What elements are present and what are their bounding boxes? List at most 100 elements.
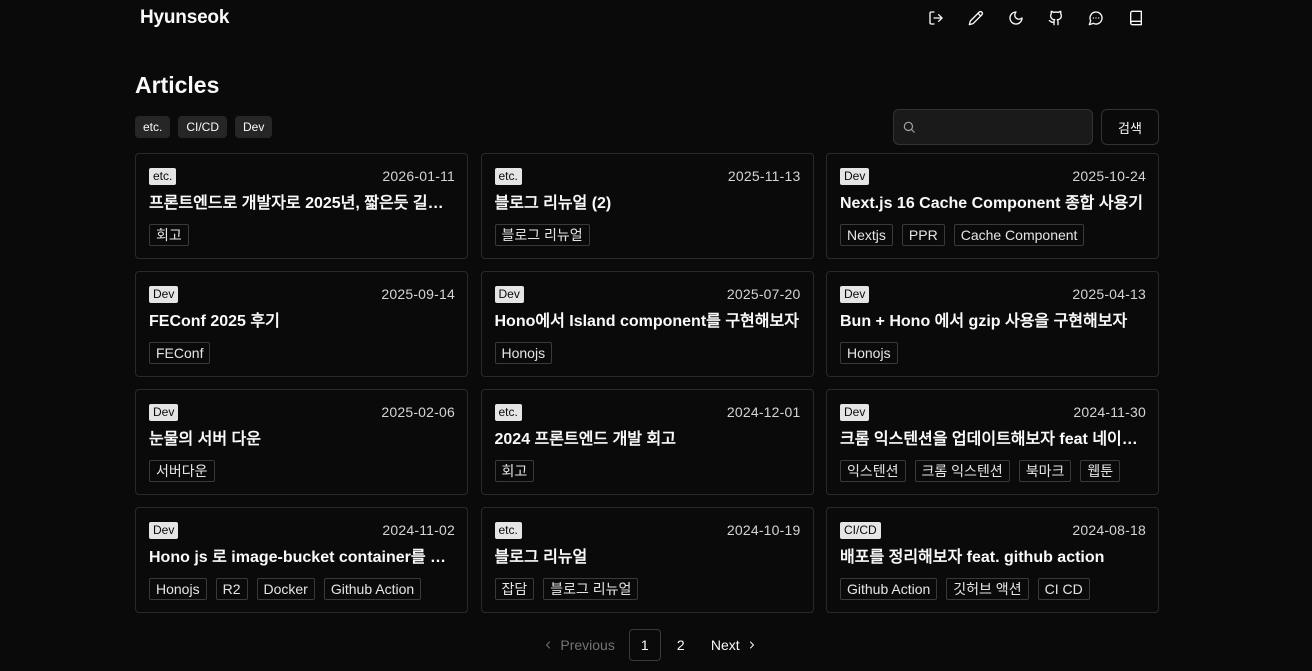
article-card[interactable]: CI/CD 2024-08-18 배포를 정리해보자 feat. github ac…	[826, 507, 1159, 613]
header-nav	[924, 6, 1148, 30]
article-title: 블로그 리뉴얼 (2)	[494, 195, 612, 212]
article-category-badge: etc.	[149, 167, 177, 185]
site-brand[interactable]: Hyunseok	[140, 7, 229, 29]
site-header: Hyunseok	[135, 0, 1159, 36]
article-card[interactable]: Dev 2025-07-20 Hono에서 Island component를 구현…	[480, 271, 814, 377]
search-field	[893, 109, 1093, 145]
article-date: 2025-04-13	[1072, 286, 1146, 302]
article-category-badge: etc.	[494, 521, 522, 539]
article-card[interactable]: Dev 2024-11-30 크롬 익스텐션을 업데이트해보자 feat 네이버 웹…	[826, 389, 1159, 495]
article-tags: 회고	[494, 460, 801, 482]
article-tags: Honojs	[494, 342, 801, 364]
article-tag: 회고	[149, 224, 189, 246]
article-card[interactable]: Dev 2024-11-02 Hono js 로 image-bucket cont…	[135, 507, 468, 613]
write-button[interactable]	[964, 6, 988, 30]
article-card-header: etc. 2024-12-01	[494, 402, 801, 422]
category-chip[interactable]: CI/CD	[178, 116, 228, 138]
article-tag: Nextjs	[840, 224, 893, 246]
message-circle-icon	[1088, 11, 1103, 26]
article-category-badge: Dev	[840, 403, 870, 421]
article-card[interactable]: etc. 2024-10-19 블로그 리뉴얼 잡담 블로그 리뉴얼	[480, 507, 814, 613]
article-tag: PPR	[901, 224, 945, 246]
article-title: Hono js 로 image-bucket container를 만들어보자	[149, 549, 455, 566]
github-icon	[1048, 10, 1063, 26]
article-card[interactable]: Dev 2025-09-14 FEConf 2025 후기 FEConf	[135, 271, 468, 377]
article-category-badge: Dev	[149, 403, 179, 421]
article-tag: 서버다운	[149, 460, 215, 482]
page-number-current[interactable]: 1	[628, 629, 661, 661]
article-tag: 잡담	[494, 578, 535, 600]
guestbook-button[interactable]	[1084, 6, 1108, 30]
next-label: Next	[710, 637, 740, 653]
article-date: 2024-10-19	[726, 522, 801, 538]
article-card-header: Dev 2025-10-24	[840, 166, 1146, 186]
page-title: Articles	[135, 72, 220, 98]
article-tags: Nextjs PPR Cache Component	[840, 224, 1146, 246]
article-title: 크롬 익스텐션을 업데이트해보자 feat 네이버 웹툰	[840, 431, 1146, 448]
search-icon	[903, 121, 915, 133]
article-tags: 익스텐션 크롬 익스텐션 북마크 웹툰	[840, 460, 1146, 482]
article-title: 2024 프론트엔드 개발 회고	[494, 431, 676, 448]
article-date: 2025-09-14	[381, 286, 455, 302]
article-category-badge: etc.	[494, 403, 522, 421]
article-tag: Github Action	[840, 578, 938, 600]
article-tags: Honojs	[840, 342, 1146, 364]
article-tags: Honojs R2 Docker Github Action	[149, 578, 455, 600]
article-card-header: Dev 2024-11-02	[149, 520, 455, 540]
article-date: 2025-11-13	[727, 168, 801, 184]
search-bar: 검색	[893, 109, 1159, 145]
article-tag: CI CD	[1037, 578, 1090, 600]
book-button[interactable]	[1124, 6, 1148, 30]
article-card-header: etc. 2024-10-19	[494, 520, 801, 540]
chevron-right-icon	[749, 641, 754, 649]
article-card[interactable]: etc. 2025-11-13 블로그 리뉴얼 (2) 블로그 리뉴얼	[480, 153, 814, 259]
article-card[interactable]: etc. 2024-12-01 2024 프론트엔드 개발 회고회고	[480, 389, 814, 495]
article-title: FEConf 2025 후기	[149, 313, 280, 330]
next-page-button[interactable]: Next	[699, 629, 770, 661]
article-tag: Honojs	[494, 342, 553, 364]
article-card[interactable]: etc. 2026-01-11 프론트엔드로 개발자로 2025년, 짧은듯 길었던…	[135, 153, 468, 259]
article-date: 2026-01-11	[382, 168, 455, 184]
article-tags: 블로그 리뉴얼	[494, 224, 801, 246]
article-category-badge: Dev	[149, 285, 179, 303]
article-title: Next.js 16 Cache Component 종합 사용기	[840, 195, 1143, 212]
article-card[interactable]: Dev 2025-02-06 눈물의 서버 다운 서버다운	[135, 389, 468, 495]
book-icon	[1130, 10, 1142, 26]
article-date: 2025-02-06	[381, 404, 455, 420]
article-date: 2025-07-20	[726, 286, 801, 302]
github-button[interactable]	[1044, 6, 1068, 30]
category-chip[interactable]: Dev	[235, 116, 273, 138]
article-tag: Honojs	[840, 342, 898, 364]
article-tags: FEConf	[149, 342, 455, 364]
article-title: 프론트엔드로 개발자로 2025년, 짧은듯 길었던 한 해	[149, 195, 455, 212]
article-tag: Github Action	[323, 578, 422, 600]
article-tag: R2	[215, 578, 248, 600]
article-tags: Github Action 깃허브 액션 CI CD	[840, 578, 1146, 600]
article-grid: etc. 2026-01-11 프론트엔드로 개발자로 2025년, 짧은듯 길었던…	[135, 153, 1159, 613]
previous-label: Previous	[560, 637, 615, 653]
login-button[interactable]	[924, 6, 948, 30]
page-number[interactable]: 2	[665, 629, 697, 661]
article-tag: 깃허브 액션	[946, 578, 1029, 600]
pencil-icon	[968, 10, 984, 26]
article-date: 2024-12-01	[726, 404, 801, 420]
article-card[interactable]: Dev 2025-04-13 Bun + Hono 에서 gzip 사용을 구현해보…	[826, 271, 1159, 377]
article-tag: 익스텐션	[840, 460, 906, 482]
article-tags: 서버다운	[149, 460, 455, 482]
article-date: 2024-11-02	[382, 522, 455, 538]
category-chip[interactable]: etc.	[135, 116, 171, 138]
article-card-header: Dev 2025-07-20	[494, 284, 801, 304]
pagination: Previous 1 2 Next	[135, 629, 1159, 661]
previous-page-button[interactable]: Previous	[530, 629, 626, 661]
article-tags: 회고	[149, 224, 455, 246]
article-card-header: etc. 2025-11-13	[494, 166, 801, 186]
article-card-header: CI/CD 2024-08-18	[840, 520, 1146, 540]
article-card[interactable]: Dev 2025-10-24 Next.js 16 Cache Component …	[826, 153, 1159, 259]
chevron-left-icon	[546, 641, 551, 649]
theme-toggle-button[interactable]	[1004, 6, 1028, 30]
search-button[interactable]: 검색	[1101, 109, 1159, 145]
article-tag: 크롬 익스텐션	[914, 460, 1010, 482]
article-title: 블로그 리뉴얼	[494, 549, 588, 566]
search-input[interactable]	[920, 118, 1084, 136]
article-tag: FEConf	[149, 342, 211, 364]
